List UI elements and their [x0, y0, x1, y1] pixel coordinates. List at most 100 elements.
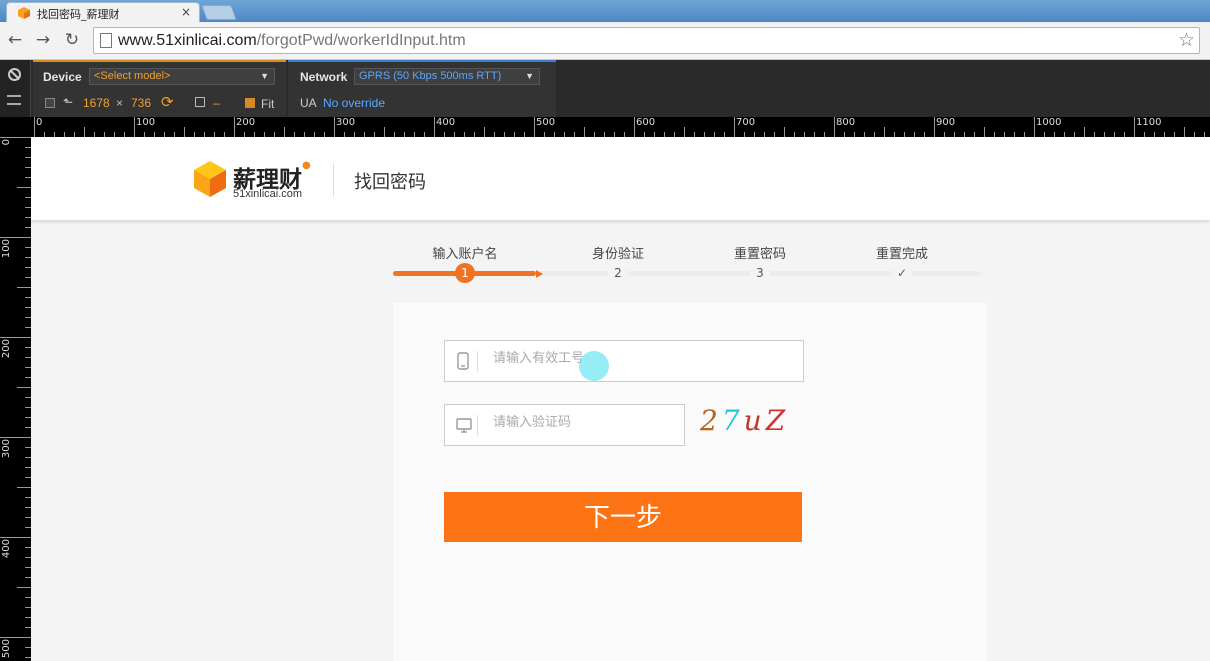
ruler-label: 0: [36, 117, 43, 128]
back-arrow-icon[interactable]: ←: [5, 30, 25, 50]
browser-tab[interactable]: 找回密码_薪理财 ×: [6, 2, 200, 22]
device-checkbox[interactable]: [45, 98, 55, 108]
fit-label: Fit: [261, 97, 275, 111]
captcha-image[interactable]: 27uZ: [700, 404, 800, 444]
ruler-tick: [634, 117, 635, 137]
ruler-tick: [984, 127, 985, 137]
ruler-tick: [0, 637, 31, 638]
ruler-label: 900: [936, 117, 956, 128]
ruler-label: 1000: [1036, 117, 1062, 128]
ruler-label: 200: [236, 117, 256, 128]
ua-value[interactable]: No override: [323, 96, 385, 110]
ruler-tick: [34, 117, 35, 137]
ruler-tick: [0, 137, 31, 138]
block-icon[interactable]: [8, 68, 21, 81]
tab-close-icon[interactable]: ×: [181, 5, 191, 19]
device-model-select[interactable]: <Select model> ▼: [89, 68, 275, 85]
fit-checkbox[interactable]: [245, 98, 255, 108]
devtools-side-controls: [0, 60, 31, 117]
ruler-label: 600: [636, 117, 656, 128]
captcha-char: 7: [721, 404, 744, 437]
step-2-label: 身份验证: [591, 247, 644, 262]
ruler-label: 500: [1, 639, 12, 659]
ruler-tick: [17, 287, 31, 288]
touch-cursor: [579, 351, 609, 381]
dropdown-arrow-icon: ▼: [525, 71, 534, 81]
network-label: Network: [300, 70, 348, 84]
ruler-tick: [584, 127, 585, 137]
scale-value[interactable]: –: [213, 96, 220, 110]
network-section: Network GPRS (50 Kbps 500ms RTT) ▼ UA No…: [288, 60, 556, 117]
logo-dot: ●: [302, 160, 311, 171]
page-viewport: 薪理财● 51xinlicai.com 找回密码 输入账户名 1 身份验证 2 …: [31, 137, 1210, 661]
horizontal-ruler: 0 100 200 300 400 500 600 700 800 900 1000 1100: [31, 117, 1210, 137]
address-bar[interactable]: www.51xinlicai.com/forgotPwd/workerIdInp…: [93, 27, 1200, 54]
ruler-label: 1100: [1136, 117, 1162, 128]
network-throttle-select[interactable]: GPRS (50 Kbps 500ms RTT) ▼: [354, 68, 540, 85]
ruler-label: 400: [1, 539, 12, 559]
ruler-tick: [184, 127, 185, 137]
device-label: Device: [43, 70, 82, 84]
steps-track-arrow: [536, 270, 543, 278]
progress-steps: 输入账户名 1 身份验证 2 重置密码 3 重置完成 ✓: [393, 237, 981, 287]
ruler-tick: [1184, 127, 1185, 137]
captcha-field[interactable]: [444, 404, 685, 446]
ruler-tick: [17, 487, 31, 488]
site-header: 薪理财● 51xinlicai.com 找回密码: [31, 137, 1210, 220]
worker-id-input[interactable]: [491, 350, 771, 367]
captcha-input[interactable]: [491, 414, 671, 431]
ruler-tick: [834, 117, 835, 137]
ruler-tick: [134, 117, 135, 137]
swap-dimensions-icon[interactable]: ⟳: [161, 93, 174, 111]
ruler-corner: [0, 117, 31, 137]
ruler-label: 100: [136, 117, 156, 128]
step-3-label: 重置密码: [733, 247, 786, 262]
captcha-char: Z: [765, 404, 790, 437]
ruler-label: 400: [436, 117, 456, 128]
height-value[interactable]: 736: [131, 96, 151, 110]
form-card: 27uZ 下一步: [393, 303, 987, 661]
monitor-icon: [456, 418, 472, 433]
zoom-icon[interactable]: [195, 97, 205, 107]
page-icon: [100, 33, 112, 48]
ruler-tick: [17, 187, 31, 188]
step-2-number: 2: [608, 263, 628, 283]
field-separator: [477, 351, 478, 372]
bookmark-star-icon[interactable]: ☆: [1178, 29, 1195, 51]
ruler-tick: [0, 337, 31, 338]
ruler-tick: [334, 117, 335, 137]
dropdown-arrow-icon: ▼: [260, 71, 269, 81]
ruler-label: 500: [536, 117, 556, 128]
ruler-label: 100: [1, 239, 12, 259]
ruler-label: 0: [1, 139, 12, 146]
ruler-tick: [734, 117, 735, 137]
ruler-tick: [484, 127, 485, 137]
url-host: www.51xinlicai.com: [118, 32, 257, 49]
step-3-number: 3: [750, 263, 770, 283]
forward-arrow-icon[interactable]: →: [33, 30, 53, 50]
network-value: GPRS (50 Kbps 500ms RTT): [359, 70, 502, 82]
ruler-tick: [1134, 117, 1135, 137]
logo-cube-icon[interactable]: [193, 160, 227, 198]
media-queries-icon[interactable]: [7, 95, 21, 105]
ruler-label: 700: [736, 117, 756, 128]
tab-title: 找回密码_薪理财: [37, 8, 120, 21]
width-value[interactable]: 1678: [83, 96, 110, 110]
ruler-tick: [384, 127, 385, 137]
worker-id-field[interactable]: [444, 340, 804, 382]
new-tab-button[interactable]: [201, 5, 237, 20]
ruler-tick: [1034, 117, 1035, 137]
ruler-tick: [0, 237, 31, 238]
captcha-char: 2: [700, 404, 722, 437]
url-path: /forgotPwd/workerIdInput.htm: [256, 32, 466, 49]
next-step-button[interactable]: 下一步: [444, 492, 802, 542]
reload-icon[interactable]: ↻: [62, 30, 82, 50]
header-divider: [333, 163, 334, 197]
times-sign: ×: [116, 96, 124, 110]
ruler-tick: [0, 437, 31, 438]
ruler-tick: [534, 117, 535, 137]
device-model-value: <Select model>: [94, 70, 171, 82]
page-title: 找回密码: [354, 172, 426, 193]
ruler-tick: [434, 117, 435, 137]
ruler-tick: [234, 117, 235, 137]
